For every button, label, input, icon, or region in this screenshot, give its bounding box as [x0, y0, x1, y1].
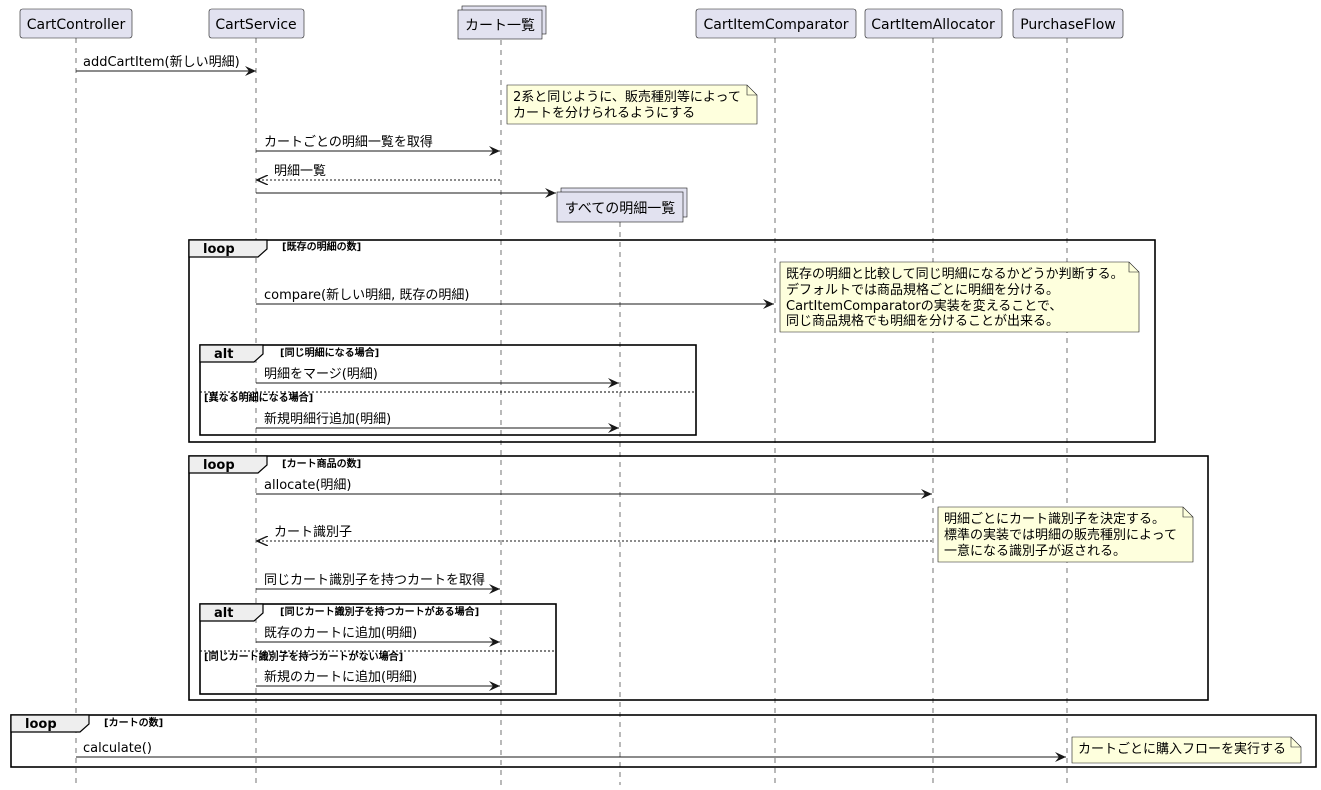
- participant-cart-service: CartService: [208, 8, 305, 39]
- note-line: CartItemComparatorの実装を変えることで、: [786, 298, 1062, 314]
- frame-keyword: loop: [25, 717, 57, 732]
- note-line: 明細ごとにカート識別子を決定する。: [944, 511, 1165, 527]
- frame-keyword: loop: [203, 458, 235, 473]
- note-line: カートごとに購入フローを実行する: [1078, 741, 1286, 757]
- message-merge-item: 明細をマージ(明細): [256, 367, 619, 388]
- frame-keyword: loop: [203, 242, 235, 257]
- message-add-to-new-cart: 新規のカートに追加(明細): [256, 669, 500, 691]
- frame-guard: [既存の明細の数]: [282, 240, 361, 253]
- frame-guard: [同じカート識別子を持つカートがある場合]: [280, 605, 479, 618]
- message-compare: compare(新しい明細, 既存の明細): [256, 287, 774, 309]
- participant-label: PurchaseFlow: [1020, 17, 1116, 33]
- frame-guard: [カート商品の数]: [282, 457, 361, 470]
- participant-label: CartItemComparator: [703, 17, 848, 33]
- message-get-cart-items: カートごとの明細一覧を取得: [256, 134, 500, 156]
- message-label: 同じカート識別子を持つカートを取得: [264, 572, 485, 588]
- participant-all-items: すべての明細一覧: [556, 187, 688, 223]
- message-add-to-existing-cart: 既存のカートに追加(明細): [256, 625, 500, 647]
- frame-guard: [同じ明細になる場合]: [280, 346, 379, 359]
- message-label: compare(新しい明細, 既存の明細): [264, 287, 469, 303]
- note-cart-separation: 2系と同じように、販売種別等によって カートを分けられるようにする: [506, 84, 758, 125]
- participant-label: CartService: [215, 17, 296, 33]
- participant-allocator: CartItemAllocator: [864, 8, 1003, 39]
- note-allocator: 明細ごとにカート識別子を決定する。 標準の実装では明細の販売種別によって 一意に…: [937, 506, 1194, 563]
- message-label: allocate(明細): [264, 478, 352, 493]
- message-add-cart-item: addCartItem(新しい明細): [76, 54, 256, 76]
- message-calculate: calculate(): [76, 741, 1066, 762]
- participant-label: CartItemAllocator: [871, 17, 995, 33]
- note-line: 一意になる識別子が返される。: [944, 543, 1126, 559]
- message-item-list-return: 明細一覧: [257, 163, 500, 180]
- message-add-new-line: 新規明細行追加(明細): [256, 411, 619, 433]
- message-label: カート識別子: [274, 525, 352, 540]
- message-label: calculate(): [83, 741, 152, 756]
- note-line: 2系と同じように、販売種別等によって: [513, 89, 741, 105]
- frame-keyword: alt: [214, 347, 233, 362]
- note-line: 同じ商品規格でも明細を分けることが出来る。: [786, 313, 1059, 329]
- note-purchase-flow: カートごとに購入フローを実行する: [1071, 736, 1302, 764]
- message-label: 新規明細行追加(明細): [264, 411, 391, 427]
- lifelines: [75, 38, 1068, 785]
- note-line: 既存の明細と比較して同じ明細になるかどうか判断する。: [786, 267, 1124, 282]
- message-cart-identifier-return: カート識別子: [257, 525, 932, 541]
- message-label: addCartItem(新しい明細): [83, 54, 240, 70]
- participant-purchase-flow: PurchaseFlow: [1012, 8, 1124, 39]
- participant-cart-controller: CartController: [19, 8, 133, 39]
- participant-comparator: CartItemComparator: [695, 8, 857, 39]
- note-line: デフォルトでは商品規格ごとに明細を分ける。: [786, 282, 1059, 298]
- message-label: 明細をマージ(明細): [264, 367, 378, 382]
- message-get-same-cart: 同じカート識別子を持つカートを取得: [256, 572, 500, 594]
- message-label: 新規のカートに追加(明細): [264, 669, 417, 685]
- note-line: 標準の実装では明細の販売種別によって: [944, 527, 1177, 543]
- note-comparator: 既存の明細と比較して同じ明細になるかどうか判断する。 デフォルトでは商品規格ごと…: [779, 261, 1140, 333]
- message-allocate: allocate(明細): [256, 478, 932, 499]
- frame-else-guard: [同じカート識別子を持つカートがない場合]: [204, 650, 403, 663]
- message-label: 明細一覧: [274, 163, 326, 179]
- participant-label: カート一覧: [465, 17, 535, 34]
- frame-guard: [カートの数]: [104, 716, 163, 729]
- frame-else-guard: [異なる明細になる場合]: [204, 391, 313, 404]
- note-line: カートを分けられるようにする: [513, 106, 695, 121]
- participant-label: CartController: [27, 17, 126, 33]
- frame-keyword: alt: [214, 606, 233, 621]
- message-label: カートごとの明細一覧を取得: [264, 134, 433, 150]
- participant-cart-list: カート一覧: [457, 5, 547, 40]
- sequence-diagram: CartController CartService カート一覧 すべての明細一…: [10, 5, 1317, 785]
- message-label: 既存のカートに追加(明細): [264, 625, 417, 641]
- participant-label: すべての明細一覧: [565, 200, 675, 217]
